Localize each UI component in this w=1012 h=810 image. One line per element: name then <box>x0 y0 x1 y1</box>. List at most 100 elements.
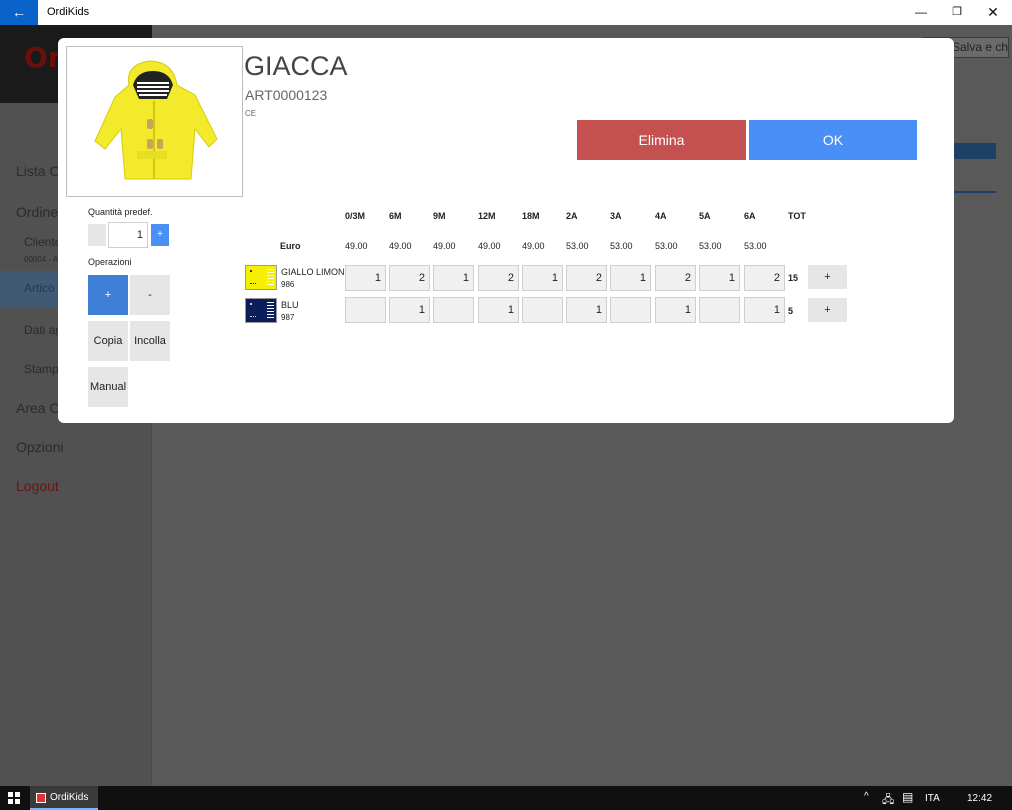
tray-expand-icon[interactable]: ^ <box>864 791 869 802</box>
back-arrow-icon[interactable]: ← <box>0 0 38 25</box>
subtract-quantities-button[interactable]: - <box>130 275 170 315</box>
sidebar-item-ordine[interactable]: Ordine <box>16 204 58 220</box>
quantity-cell[interactable] <box>522 297 563 323</box>
add-quantities-button[interactable]: + <box>88 275 128 315</box>
product-image <box>66 46 243 197</box>
total-header: TOT <box>788 211 806 221</box>
quantity-cell[interactable]: 1 <box>610 265 651 291</box>
article-note: CE <box>245 109 257 118</box>
quantity-cell[interactable] <box>433 297 474 323</box>
price-value: 49.00 <box>522 241 545 251</box>
size-header: 18M <box>522 211 540 221</box>
size-header: 6M <box>389 211 402 221</box>
sidebar-item-logout[interactable]: Logout <box>16 478 59 494</box>
operations-label: Operazioni <box>88 257 132 267</box>
window-title: OrdiKids <box>47 6 90 18</box>
minimize-icon[interactable]: — <box>904 0 938 25</box>
default-quantity-input[interactable]: 1 <box>108 222 148 248</box>
delete-button[interactable]: Elimina <box>577 120 746 160</box>
manual-button[interactable]: Manual <box>88 367 128 407</box>
quantity-cell[interactable] <box>699 297 740 323</box>
quantity-cell[interactable]: 1 <box>699 265 740 291</box>
article-title: GIACCA <box>244 51 348 81</box>
quantity-cell[interactable]: 2 <box>744 265 785 291</box>
quantity-cell[interactable]: 1 <box>566 297 607 323</box>
color-swatch-yellow <box>245 265 277 290</box>
article-code: ART0000123 <box>245 87 328 103</box>
row-add-button[interactable]: + <box>808 265 847 289</box>
quantity-cell[interactable]: 1 <box>744 297 785 323</box>
size-header: 2A <box>566 211 578 221</box>
color-code: 986 <box>281 280 295 289</box>
quantity-cell[interactable]: 1 <box>433 265 474 291</box>
sidebar-client-code: 00004 - A <box>24 255 59 264</box>
language-indicator[interactable]: ITA <box>925 793 940 804</box>
quantity-decrement-button[interactable] <box>88 224 106 246</box>
color-code: 987 <box>281 313 295 322</box>
quantity-cell[interactable]: 1 <box>389 297 430 323</box>
price-value: 53.00 <box>566 241 589 251</box>
window-titlebar: ← OrdiKids — ❐ ✕ <box>0 0 1012 25</box>
swatch-detail <box>250 270 252 272</box>
sidebar-item-opzioni[interactable]: Opzioni <box>16 439 63 455</box>
jacket-image <box>94 60 218 180</box>
article-dialog: GIACCA ART0000123 CE Elimina OK Quantità… <box>58 38 954 423</box>
size-header: 6A <box>744 211 756 221</box>
quantity-cell[interactable]: 2 <box>389 265 430 291</box>
price-value: 49.00 <box>389 241 412 251</box>
price-value: 49.00 <box>433 241 456 251</box>
quantity-cell[interactable]: 2 <box>655 265 696 291</box>
price-value: 53.00 <box>610 241 633 251</box>
clock[interactable]: 12:42 <box>967 793 992 804</box>
color-name: BLU <box>281 300 299 310</box>
color-swatch-blue <box>245 298 277 323</box>
ok-button[interactable]: OK <box>749 120 917 160</box>
quantity-cell[interactable]: 2 <box>478 265 519 291</box>
color-name: GIALLO LIMONE <box>281 267 351 277</box>
app-icon <box>36 793 46 803</box>
quantity-increment-button[interactable]: + <box>151 224 169 246</box>
size-header: 4A <box>655 211 667 221</box>
size-header: 3A <box>610 211 622 221</box>
quantity-cell[interactable] <box>345 297 386 323</box>
notifications-icon[interactable]: ▤ <box>902 790 913 804</box>
size-header: 5A <box>699 211 711 221</box>
swatch-detail <box>250 316 256 318</box>
app-logo: Or <box>24 41 62 74</box>
price-value: 49.00 <box>478 241 501 251</box>
quantity-cell[interactable]: 1 <box>522 265 563 291</box>
size-header: 9M <box>433 211 446 221</box>
taskbar: OrdiKids ^ 🖧 ▤ ITA 12:42 <box>0 786 1012 810</box>
price-value: 53.00 <box>655 241 678 251</box>
quantity-cell[interactable]: 1 <box>478 297 519 323</box>
close-icon[interactable]: ✕ <box>976 0 1010 25</box>
price-value: 49.00 <box>345 241 368 251</box>
sidebar-item-cliente[interactable]: Cliente <box>24 235 61 249</box>
default-quantity-label: Quantità predef. <box>88 207 153 217</box>
taskbar-app-ordikids[interactable]: OrdiKids <box>30 786 98 810</box>
quantity-cell[interactable]: 2 <box>566 265 607 291</box>
price-value: 53.00 <box>699 241 722 251</box>
row-total: 15 <box>788 273 799 283</box>
price-value: 53.00 <box>744 241 767 251</box>
sidebar-item-label: Artico <box>24 281 55 295</box>
price-row-label: Euro <box>280 241 301 251</box>
swatch-stripes <box>267 269 274 287</box>
row-add-button[interactable]: + <box>808 298 847 322</box>
maximize-icon[interactable]: ❐ <box>940 0 974 25</box>
sidebar-item-dati-aggiuntivi[interactable]: Dati ag <box>24 323 62 337</box>
quantity-cell[interactable] <box>610 297 651 323</box>
size-header: 0/3M <box>345 211 366 221</box>
copy-button[interactable]: Copia <box>88 321 128 361</box>
paste-button[interactable]: Incolla <box>130 321 170 361</box>
swatch-detail <box>250 303 252 305</box>
swatch-detail <box>250 283 256 285</box>
windows-start-icon[interactable] <box>8 792 20 804</box>
swatch-stripes <box>267 302 274 320</box>
row-total: 5 <box>788 306 794 316</box>
quantity-cell[interactable]: 1 <box>345 265 386 291</box>
size-header: 12M <box>478 211 496 221</box>
quantity-cell[interactable]: 1 <box>655 297 696 323</box>
network-icon[interactable]: 🖧 <box>882 791 894 810</box>
taskbar-app-label: OrdiKids <box>50 792 89 803</box>
